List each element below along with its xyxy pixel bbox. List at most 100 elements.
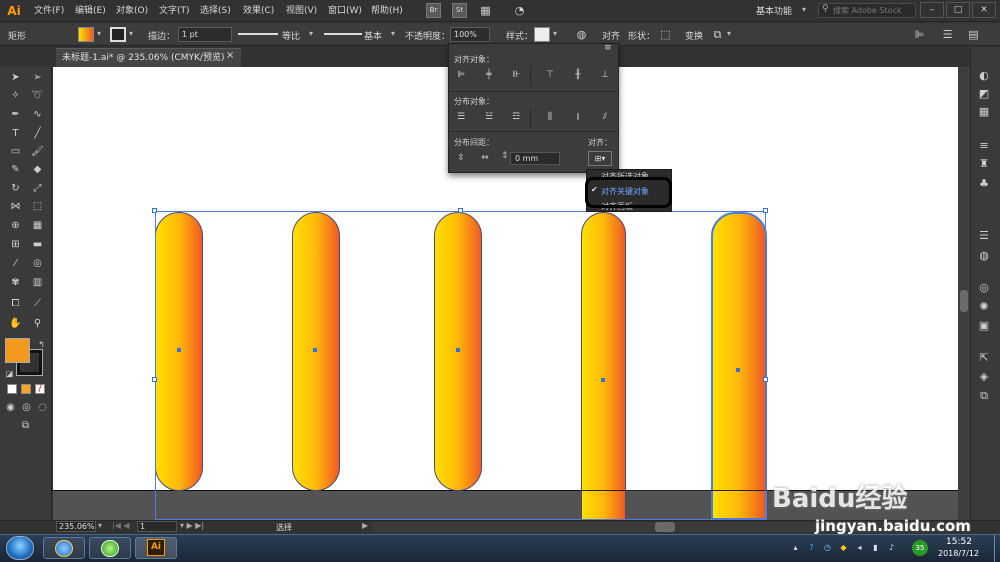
eraser-icon[interactable]: ◆ xyxy=(30,162,45,177)
tray-help-icon[interactable]: ? xyxy=(806,542,817,553)
zoom-tool-icon[interactable]: ⚲ xyxy=(30,316,45,331)
opacity-field[interactable]: 100% xyxy=(450,27,490,42)
status-menu-arrow-icon[interactable]: ▶ xyxy=(362,521,368,530)
lasso-icon[interactable]: ➰ xyxy=(30,88,45,103)
paintbrush-icon[interactable]: 🖌 xyxy=(30,144,45,159)
appearance-icon[interactable]: ◎ xyxy=(976,280,992,296)
tray-security-icon[interactable]: ◆ xyxy=(838,542,849,553)
clock-time[interactable]: 15:52 xyxy=(946,537,972,547)
chevron-down-icon[interactable]: ▾ xyxy=(391,29,395,38)
menu-select[interactable]: 选择(S) xyxy=(200,4,231,18)
horizontal-scroll-thumb[interactable] xyxy=(655,522,675,532)
chevron-down-icon[interactable]: ▾ xyxy=(727,29,731,38)
menu-help[interactable]: 帮助(H) xyxy=(371,4,403,18)
variable-width-profile[interactable]: 等比 xyxy=(282,29,300,42)
panel-options-icon[interactable]: ≡ xyxy=(604,43,612,53)
chevron-down-icon[interactable]: ▾ xyxy=(802,5,806,14)
spacing-value-field[interactable]: 0 mm xyxy=(510,152,560,165)
brush-definition[interactable]: 基本 xyxy=(364,29,382,42)
minimize-button[interactable]: – xyxy=(920,2,944,18)
vertical-align-top-icon[interactable]: ⊤ xyxy=(543,69,557,81)
next-artboard-icon[interactable]: ▾ ▶ ▶| xyxy=(180,521,204,530)
blend-tool-icon[interactable]: ◎ xyxy=(30,256,45,271)
tray-volume-icon[interactable]: ◂ xyxy=(854,542,865,553)
tray-signal-icon[interactable]: ▮ xyxy=(870,542,881,553)
first-artboard-icon[interactable]: |◀ ◀ xyxy=(112,521,130,530)
artboard-number-field[interactable]: 1 xyxy=(137,521,177,532)
transform-link[interactable]: 变换 xyxy=(685,29,703,42)
line-tool-icon[interactable]: ╱ xyxy=(30,126,45,141)
gradient-mode-icon[interactable] xyxy=(21,384,31,394)
chevron-down-icon[interactable]: ▾ xyxy=(553,29,557,38)
artboard-tool-icon[interactable]: ⧠ xyxy=(8,296,23,311)
screen-mode-icon[interactable]: ⧉ xyxy=(18,418,33,433)
swatches-icon[interactable]: ▦ xyxy=(976,104,992,120)
close-tab-icon[interactable]: × xyxy=(226,50,234,61)
draw-normal-icon[interactable]: ◉ xyxy=(3,400,18,415)
fill-color-swatch[interactable] xyxy=(78,27,94,42)
graphic-style-swatch[interactable] xyxy=(534,27,550,42)
bridge-button[interactable]: Br xyxy=(426,3,441,18)
menu-window[interactable]: 窗口(W) xyxy=(328,4,362,18)
resize-handle[interactable] xyxy=(152,377,157,382)
draw-inside-icon[interactable]: ◌ xyxy=(35,400,50,415)
tray-badge[interactable]: 35 xyxy=(912,540,928,556)
maximize-button[interactable]: □ xyxy=(946,2,970,18)
default-colors-icon[interactable]: ◪ xyxy=(2,366,17,381)
fill-color-box[interactable] xyxy=(5,338,30,363)
menu-edit[interactable]: 编辑(E) xyxy=(75,4,106,18)
curvature-tool-icon[interactable]: ∿ xyxy=(30,107,45,122)
horizontal-align-center-icon[interactable]: ╪ xyxy=(482,69,496,81)
scale-tool-icon[interactable]: ⤢ xyxy=(30,181,45,196)
menu-view[interactable]: 视图(V) xyxy=(286,4,317,18)
color-panel-icon[interactable]: ◐ xyxy=(976,68,992,84)
shaper-tool-icon[interactable]: ✎ xyxy=(8,162,23,177)
chevron-down-icon[interactable]: ▾ xyxy=(97,29,101,38)
brushes-icon[interactable]: ≡ xyxy=(976,138,992,154)
align-link[interactable]: 对齐 xyxy=(602,29,620,42)
graph-tool-icon[interactable]: ▥ xyxy=(30,275,45,290)
horizontal-align-left-icon[interactable]: ⊫ xyxy=(454,69,468,81)
close-window-button[interactable]: ✕ xyxy=(972,2,996,18)
draw-behind-icon[interactable]: ◎ xyxy=(19,400,34,415)
resize-handle[interactable] xyxy=(152,208,157,213)
tray-speaker-icon[interactable]: ♪ xyxy=(886,542,897,553)
workspace-switcher[interactable]: 基本功能 xyxy=(756,4,792,17)
stock-search-input[interactable]: 搜索 Adobe Stock xyxy=(818,3,916,18)
vertical-align-center-icon[interactable]: ╫ xyxy=(571,69,585,81)
none-mode-icon[interactable]: / xyxy=(35,384,45,394)
menu-type[interactable]: 文字(T) xyxy=(159,4,190,18)
horizontal-align-right-icon[interactable]: ⊪ xyxy=(509,69,523,81)
resize-handle[interactable] xyxy=(458,208,463,213)
direct-selection-tool-icon[interactable]: ➢ xyxy=(30,70,45,85)
gradient-panel-icon[interactable]: ◍ xyxy=(976,248,992,264)
menu-effect[interactable]: 效果(C) xyxy=(243,4,274,18)
align-left-quick-icon[interactable]: ⊫ xyxy=(912,27,927,42)
layers-icon[interactable]: ◈ xyxy=(976,369,992,385)
arrange-documents-icon[interactable]: ▦ xyxy=(478,3,493,18)
gpu-performance-icon[interactable]: ◔ xyxy=(512,3,527,18)
panel-menu-icon[interactable]: ☰ xyxy=(940,27,955,42)
isolate-object-icon[interactable]: ⧉ xyxy=(710,27,725,42)
export-icon[interactable]: ⇱ xyxy=(976,350,992,366)
start-button[interactable] xyxy=(6,536,34,560)
perspective-grid-icon[interactable]: ▦ xyxy=(30,218,45,233)
clock-date[interactable]: 2018/7/12 xyxy=(938,549,979,558)
chevron-down-icon[interactable]: ▾ xyxy=(309,29,313,38)
zoom-level-field[interactable]: 235.06% xyxy=(56,521,96,532)
rectangle-tool-icon[interactable]: ▭ xyxy=(8,144,23,159)
transparency-icon[interactable]: ▣ xyxy=(976,318,992,334)
horizontal-distribute-space-icon[interactable]: ⇔ xyxy=(478,152,492,164)
horizontal-distribute-left-icon[interactable]: ⫼ xyxy=(543,111,557,123)
stock-button[interactable]: St xyxy=(452,3,467,18)
align-to-dropdown[interactable]: ⊞▾ xyxy=(588,151,612,166)
stroke-panel-icon[interactable]: ☰ xyxy=(976,228,992,244)
vertical-align-bottom-icon[interactable]: ⊥ xyxy=(598,69,612,81)
pen-tool-icon[interactable]: ✒ xyxy=(8,107,23,122)
artboards-icon[interactable]: ⧉ xyxy=(976,388,992,404)
libraries-icon[interactable]: ♜ xyxy=(976,156,992,172)
chevron-down-icon[interactable]: ▾ xyxy=(98,521,102,530)
eyedropper-icon[interactable]: ⁄ xyxy=(8,256,23,271)
menu-object[interactable]: 对象(O) xyxy=(116,4,148,18)
swap-fill-stroke-icon[interactable]: ↰ xyxy=(34,337,49,352)
